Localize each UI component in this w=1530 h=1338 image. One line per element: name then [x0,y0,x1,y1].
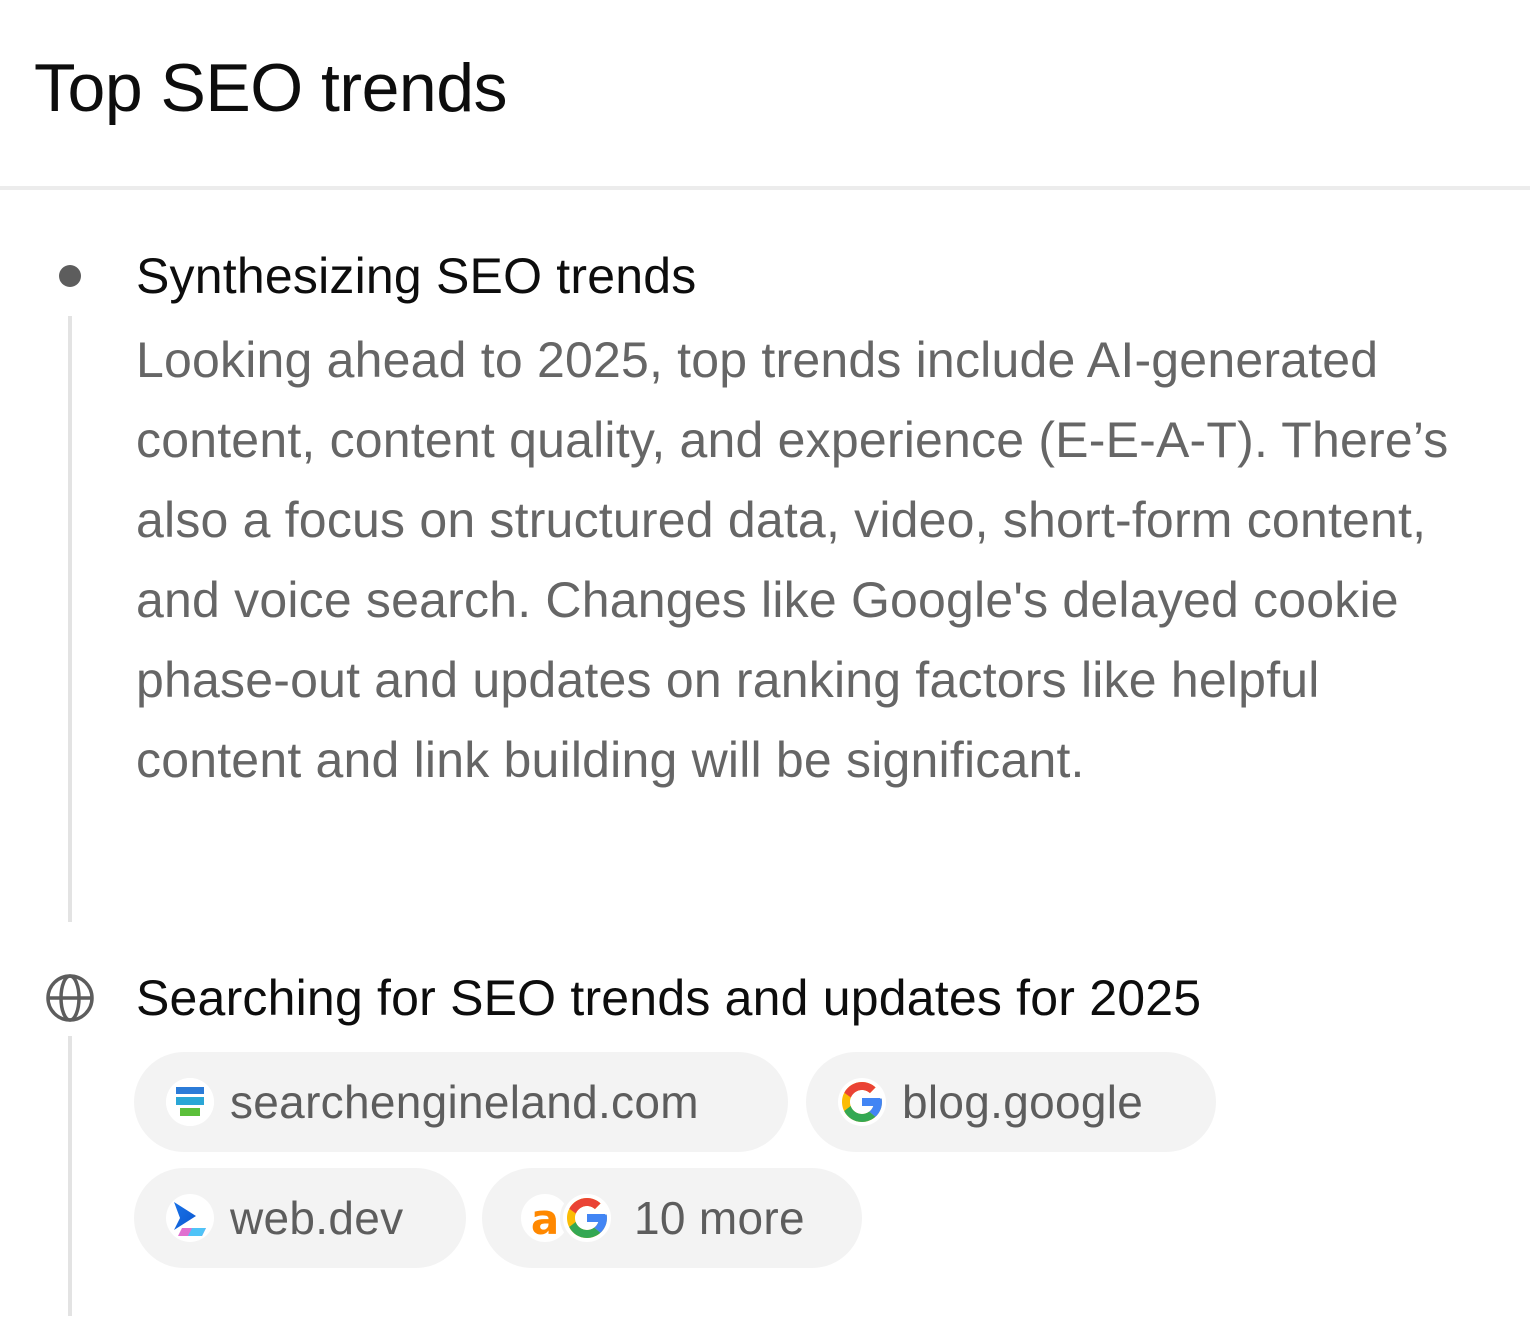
search-engine-land-icon [166,1078,214,1126]
step-title: Searching for SEO trends and updates for… [136,970,1202,1026]
source-chip-label: 10 more [634,1192,805,1244]
step-description: Looking ahead to 2025, top trends includ… [136,332,1449,788]
step-synthesizing: Synthesizing SEO trends Looking ahead to… [0,244,1530,924]
step-rail [68,316,72,922]
page-title: Top SEO trends [34,50,508,126]
source-chip-label: blog.google [902,1076,1144,1128]
step-rail [68,1036,72,1316]
step-searching: Searching for SEO trends and updates for… [0,966,1530,1338]
web-dev-icon [166,1194,214,1242]
source-chips: searchengineland.com blog.google web.dev… [134,1052,1434,1272]
source-chip-label: web.dev [230,1192,404,1244]
more-sources-button[interactable]: a 10 more [482,1168,862,1268]
favicon-stack: a [518,1191,614,1245]
svg-text:a: a [531,1195,559,1242]
globe-icon [44,972,96,1024]
google-icon [838,1078,886,1126]
step-title: Synthesizing SEO trends [136,248,697,304]
source-chip-searchengineland[interactable]: searchengineland.com [134,1052,788,1152]
source-chip-blog-google[interactable]: blog.google [806,1052,1216,1152]
source-chip-web-dev[interactable]: web.dev [134,1168,466,1268]
google-icon [560,1191,614,1245]
dot-icon [44,250,96,302]
panel-header: Top SEO trends [0,0,1530,190]
source-chip-label: searchengineland.com [230,1076,699,1128]
